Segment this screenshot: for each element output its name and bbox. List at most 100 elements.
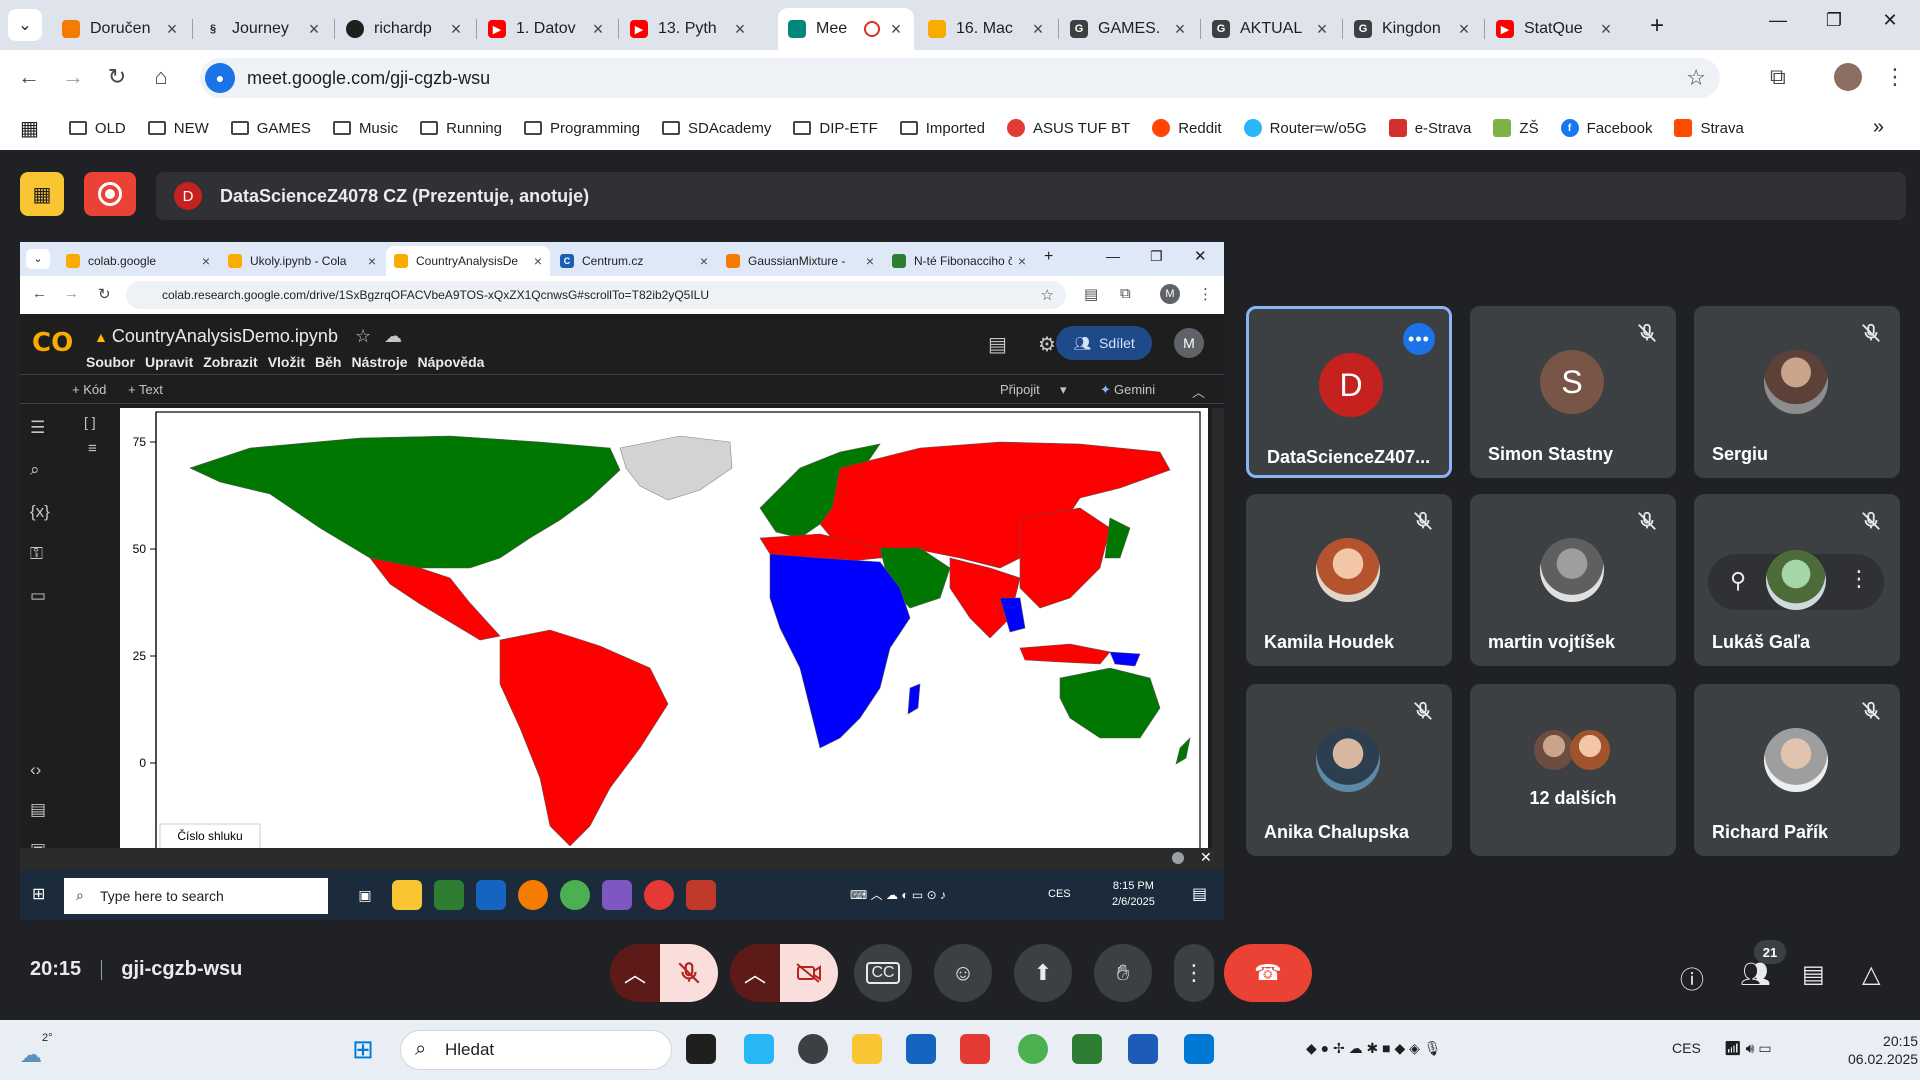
windows-clock[interactable]: 20:15 06.02.2025	[1848, 1032, 1918, 1068]
browser-tab[interactable]: ▶ StatQue ×	[1486, 8, 1624, 50]
participant-tile[interactable]: D ••• DataScienceZ407...	[1246, 306, 1452, 478]
raise-hand-button[interactable]: ✋︎	[1094, 944, 1152, 1002]
bookmark-site[interactable]: Strava	[1674, 119, 1744, 137]
close-icon[interactable]: ×	[1314, 19, 1330, 40]
forward-button[interactable]: →	[58, 64, 88, 90]
browser-tab[interactable]: richardp ×	[336, 8, 474, 50]
close-icon[interactable]: ×	[1456, 19, 1472, 40]
weather-widget[interactable]: ☁ 2°	[20, 1032, 60, 1068]
shared-screen: ⌄ colab.google × Ukoly.ipynb - Cola × Coun…	[20, 242, 1224, 920]
browser-tab[interactable]: ▶ 13. Pyth ×	[620, 8, 758, 50]
app-icon[interactable]	[960, 1034, 990, 1064]
participant-tile[interactable]: S Simon Stastny	[1470, 306, 1676, 478]
file-explorer-icon[interactable]	[852, 1034, 882, 1064]
minimize-button[interactable]: —	[1758, 10, 1798, 31]
participant-tile[interactable]: Sergiu	[1694, 306, 1900, 478]
excel-icon[interactable]	[1072, 1034, 1102, 1064]
browser-tab[interactable]: 16. Mac ×	[918, 8, 1056, 50]
close-icon[interactable]: ×	[590, 19, 606, 40]
captions-button[interactable]: CC	[854, 944, 912, 1002]
store-icon[interactable]	[906, 1034, 936, 1064]
participant-tile[interactable]: ⚲ ⋮ Lukáš Gaľa	[1694, 494, 1900, 666]
close-icon[interactable]: ×	[732, 19, 748, 40]
back-button[interactable]: ←	[14, 64, 44, 90]
bookmark-site[interactable]: f Facebook	[1560, 119, 1652, 137]
meeting-details-icon[interactable]: ⓘ	[1680, 960, 1704, 995]
people-icon[interactable]: 👥︎	[1740, 960, 1770, 989]
vscode-icon[interactable]	[1184, 1034, 1214, 1064]
more-bookmarks-icon[interactable]: »	[1873, 116, 1884, 139]
menu-icon[interactable]: ⋮	[1884, 64, 1906, 90]
close-icon[interactable]: ×	[448, 19, 464, 40]
close-icon[interactable]: ×	[888, 19, 904, 40]
close-window-button[interactable]: ✕	[1870, 10, 1910, 31]
participant-tile-overflow[interactable]: 12 dalších	[1470, 684, 1676, 856]
apps-icon[interactable]: ▦	[20, 116, 47, 141]
bookmark-folder[interactable]: DIP-ETF	[793, 120, 878, 137]
bookmark-folder[interactable]: Running	[420, 120, 502, 137]
participant-tile[interactable]: martin vojtíšek	[1470, 494, 1676, 666]
bookmark-folder[interactable]: OLD	[68, 120, 126, 137]
chat-icon[interactable]: ▤	[1802, 960, 1825, 989]
more-options-button[interactable]: ⋮	[1174, 944, 1214, 1002]
app-icon[interactable]	[798, 1034, 828, 1064]
browser-tab[interactable]: G Kingdon ×	[1344, 8, 1482, 50]
more-vert-icon[interactable]: ⋮	[1848, 566, 1870, 592]
bookmark-folder[interactable]: Imported	[899, 120, 985, 137]
bookmark-folder[interactable]: SDAcademy	[662, 120, 771, 137]
mic-toggle-button[interactable]	[660, 944, 718, 1002]
profile-avatar[interactable]	[1834, 63, 1862, 91]
bookmark-folder[interactable]: Programming	[524, 120, 640, 137]
reactions-button[interactable]: ☺	[934, 944, 992, 1002]
bookmark-site[interactable]: Reddit	[1152, 119, 1222, 137]
snipping-tool-icon[interactable]	[744, 1034, 774, 1064]
tray-icons[interactable]: ◆ ● ✢ ☁ ✱ ■ ◆ ◈ 🎙︎	[1306, 1040, 1442, 1057]
participant-tile[interactable]: Richard Pařík	[1694, 684, 1900, 856]
activities-icon[interactable]: △	[1862, 960, 1880, 989]
task-view-icon[interactable]	[686, 1034, 716, 1064]
bookmark-site[interactable]: e-Strava	[1388, 119, 1471, 137]
bookmark-site[interactable]: Router=w/o5G	[1243, 119, 1367, 137]
word-icon[interactable]	[1128, 1034, 1158, 1064]
windows-search[interactable]: ⌕ Hledat	[400, 1030, 672, 1070]
address-bar[interactable]: ● meet.google.com/gji-cgzb-wsu ☆	[200, 58, 1720, 98]
close-icon[interactable]: ×	[1030, 19, 1046, 40]
more-options-icon[interactable]: •••	[1403, 323, 1435, 355]
present-button[interactable]: ⬆︎	[1014, 944, 1072, 1002]
restore-button[interactable]: ❐	[1814, 10, 1854, 31]
close-icon[interactable]: ×	[164, 19, 180, 40]
close-icon[interactable]: ×	[1598, 19, 1614, 40]
home-button[interactable]: ⌂	[146, 64, 176, 90]
video-options-button[interactable]: ︿	[730, 944, 780, 1002]
landmass-red	[369, 557, 501, 641]
audio-options-button[interactable]: ︿	[610, 944, 660, 1002]
bookmark-site[interactable]: ASUS TUF BT	[1006, 119, 1130, 137]
close-icon[interactable]: ×	[1172, 19, 1188, 40]
presentation-icon[interactable]: ▦	[20, 172, 64, 216]
reload-button[interactable]: ↻	[102, 64, 132, 90]
chrome-icon[interactable]	[1018, 1034, 1048, 1064]
windows-start-icon[interactable]: ⊞	[352, 1034, 374, 1065]
bookmark-folder[interactable]: Music	[332, 120, 398, 137]
bookmark-star-icon[interactable]: ☆	[1686, 65, 1706, 91]
leave-call-button[interactable]: ☎︎	[1224, 944, 1312, 1002]
browser-tab[interactable]: Doručen ×	[52, 8, 190, 50]
bookmark-folder[interactable]: NEW	[147, 120, 209, 137]
browser-tab[interactable]: G GAMES. ×	[1060, 8, 1198, 50]
participant-tile[interactable]: Kamila Houdek	[1246, 494, 1452, 666]
bookmark-folder[interactable]: GAMES	[230, 120, 311, 137]
pin-icon[interactable]: ⚲	[1730, 568, 1746, 594]
browser-tab[interactable]: § Journey ×	[194, 8, 332, 50]
browser-tab[interactable]: G AKTUAL ×	[1202, 8, 1340, 50]
extensions-icon[interactable]: ⧉	[1770, 64, 1786, 90]
network-volume-battery-icons[interactable]: 📶︎ 🔊︎ ▭	[1724, 1040, 1772, 1057]
tab-search-button[interactable]: ⌄	[8, 9, 42, 41]
new-tab-button[interactable]: +	[1650, 12, 1664, 40]
browser-tab-active[interactable]: Mee ×	[778, 8, 914, 50]
participant-tile[interactable]: Anika Chalupska	[1246, 684, 1452, 856]
bookmark-site[interactable]: ZŠ	[1493, 119, 1539, 137]
close-icon[interactable]: ×	[306, 19, 322, 40]
browser-tab[interactable]: ▶ 1. Datov ×	[478, 8, 616, 50]
camera-toggle-button[interactable]	[780, 944, 838, 1002]
recording-indicator[interactable]	[84, 172, 136, 216]
